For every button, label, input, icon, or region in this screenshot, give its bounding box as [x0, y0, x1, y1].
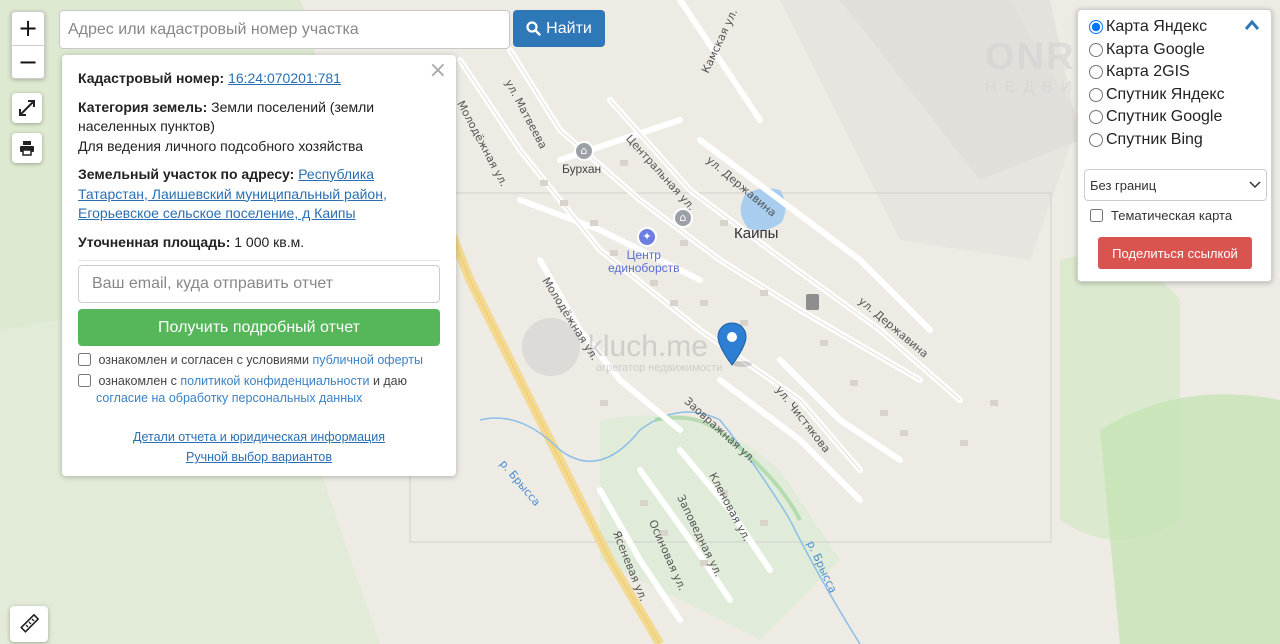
- thematic-map-label: Тематическая карта: [1111, 208, 1233, 223]
- cadastral-number-link[interactable]: 16:24:070201:781: [228, 70, 341, 86]
- share-link-button[interactable]: Поделиться ссылкой: [1098, 237, 1252, 269]
- agree-privacy-checkbox[interactable]: [78, 374, 91, 387]
- agree-privacy-prefix: ознакомлен с: [98, 374, 177, 388]
- sport-icon: ✦: [637, 227, 657, 247]
- zoom-in-button[interactable]: +: [12, 12, 44, 45]
- bus-stop-icon: ⌂: [574, 141, 594, 161]
- print-button[interactable]: [12, 133, 42, 163]
- chevron-up-icon[interactable]: [1244, 18, 1260, 34]
- public-offer-link[interactable]: публичной оферты: [313, 353, 423, 367]
- address-label: Земельный участок по адресу:: [78, 166, 295, 182]
- watermark-kluch-text: kluch.me: [587, 330, 708, 363]
- chevron-down-icon: [1249, 181, 1261, 189]
- village-label: Каипы: [734, 225, 779, 242]
- poi-center-line2: единоборств: [608, 261, 680, 275]
- fullscreen-button[interactable]: [12, 93, 42, 123]
- divider: [78, 260, 440, 261]
- ruler-icon: [20, 614, 39, 633]
- layer-option-label: Спутник Яндекс: [1106, 85, 1225, 103]
- layer-radio[interactable]: [1089, 87, 1103, 102]
- search-button[interactable]: Найти: [513, 10, 605, 47]
- report-details-link[interactable]: Детали отчета и юридическая информация: [62, 427, 456, 447]
- manual-selection-link[interactable]: Ручной выбор вариантов: [62, 447, 456, 467]
- cadastral-label: Кадастровый номер:: [78, 70, 225, 86]
- zoom-control: + −: [11, 11, 45, 79]
- zoom-out-button[interactable]: −: [12, 45, 44, 78]
- panel-footer-links: Детали отчета и юридическая информация Р…: [62, 427, 456, 467]
- location-marker-icon[interactable]: [717, 322, 747, 366]
- poi-center: Центр единоборств: [608, 249, 680, 275]
- ruler-button[interactable]: [10, 606, 48, 642]
- area-row: Уточненная площадь: 1 000 кв.м.: [78, 233, 440, 253]
- layer-option[interactable]: Карта 2GIS: [1088, 61, 1261, 84]
- close-icon[interactable]: ×: [429, 59, 447, 83]
- email-field[interactable]: [78, 265, 440, 303]
- expand-icon: [19, 100, 35, 116]
- print-icon: [20, 141, 34, 156]
- layer-option[interactable]: Карта Google: [1088, 39, 1261, 62]
- cadastral-row: Кадастровый номер: 16:24:070201:781: [78, 69, 440, 89]
- layer-option-label: Спутник Google: [1106, 108, 1223, 126]
- consent-wrap: согласие на обработку персональных данны…: [78, 390, 440, 407]
- layer-option[interactable]: Спутник Яндекс: [1088, 84, 1261, 107]
- thematic-map-checkbox[interactable]: [1090, 209, 1103, 222]
- layer-option-label: Карта Яндекс: [1106, 18, 1208, 36]
- get-report-button[interactable]: Получить подробный отчет: [78, 309, 440, 346]
- parcel-info-panel: × Кадастровый номер: 16:24:070201:781 Ка…: [62, 55, 456, 476]
- address-row: Земельный участок по адресу: Республика …: [78, 165, 440, 224]
- layer-radio[interactable]: [1089, 20, 1103, 35]
- school-icon: ⌂: [673, 208, 693, 228]
- layer-radio[interactable]: [1089, 42, 1103, 57]
- layer-option-label: Карта Google: [1106, 40, 1205, 58]
- privacy-policy-link[interactable]: политикой конфиденциальности: [180, 374, 369, 388]
- layer-options: Карта Яндекс Карта Google Карта 2GIS Спутни…: [1088, 16, 1261, 151]
- watermark-kluch-sub: агрегатор недвижимости: [596, 362, 723, 374]
- agree-offer-checkbox[interactable]: [78, 353, 91, 366]
- layer-radio[interactable]: [1089, 110, 1103, 125]
- agree-privacy-mid: и даю: [372, 374, 408, 388]
- layer-option[interactable]: Спутник Google: [1088, 106, 1261, 129]
- layer-option-label: Карта 2GIS: [1106, 63, 1190, 81]
- category-label: Категория земель:: [78, 98, 208, 115]
- kluch-watermark: kluch.me агрегатор недвижимости: [522, 318, 723, 376]
- usage-value: Для ведения личного подсобного хозяйства: [78, 137, 364, 154]
- agree-offer-text: ознакомлен и согласен с условиями: [98, 353, 310, 367]
- thematic-map-toggle[interactable]: Тематическая карта: [1090, 208, 1232, 223]
- poi-burhan: Бурхан: [562, 162, 602, 176]
- layer-radio[interactable]: [1089, 65, 1103, 80]
- area-label: Уточненная площадь:: [78, 233, 231, 250]
- map-layers-panel: Карта Яндекс Карта Google Карта 2GIS Спутни…: [1077, 9, 1272, 282]
- layer-radio[interactable]: [1089, 132, 1103, 147]
- borders-select-value: Без границ: [1090, 177, 1157, 193]
- search-icon: [526, 21, 541, 36]
- personal-data-consent-link[interactable]: согласие на обработку персональных данны…: [96, 391, 362, 405]
- category-row: Категория земель: Земли поселений (земли…: [78, 98, 440, 157]
- borders-select[interactable]: Без границ: [1084, 169, 1267, 201]
- trash-icon: [806, 294, 819, 310]
- layer-option[interactable]: Карта Яндекс: [1088, 16, 1261, 39]
- agree-offer-row: ознакомлен и согласен с условиями публич…: [78, 352, 440, 369]
- search-button-label: Найти: [546, 19, 592, 37]
- layer-option[interactable]: Спутник Bing: [1088, 129, 1261, 152]
- search-input[interactable]: [59, 10, 510, 49]
- area-value: 1 000 кв.м.: [234, 233, 305, 250]
- agree-privacy-row: ознакомлен с политикой конфиденциальност…: [78, 373, 440, 407]
- layer-option-label: Спутник Bing: [1106, 130, 1203, 148]
